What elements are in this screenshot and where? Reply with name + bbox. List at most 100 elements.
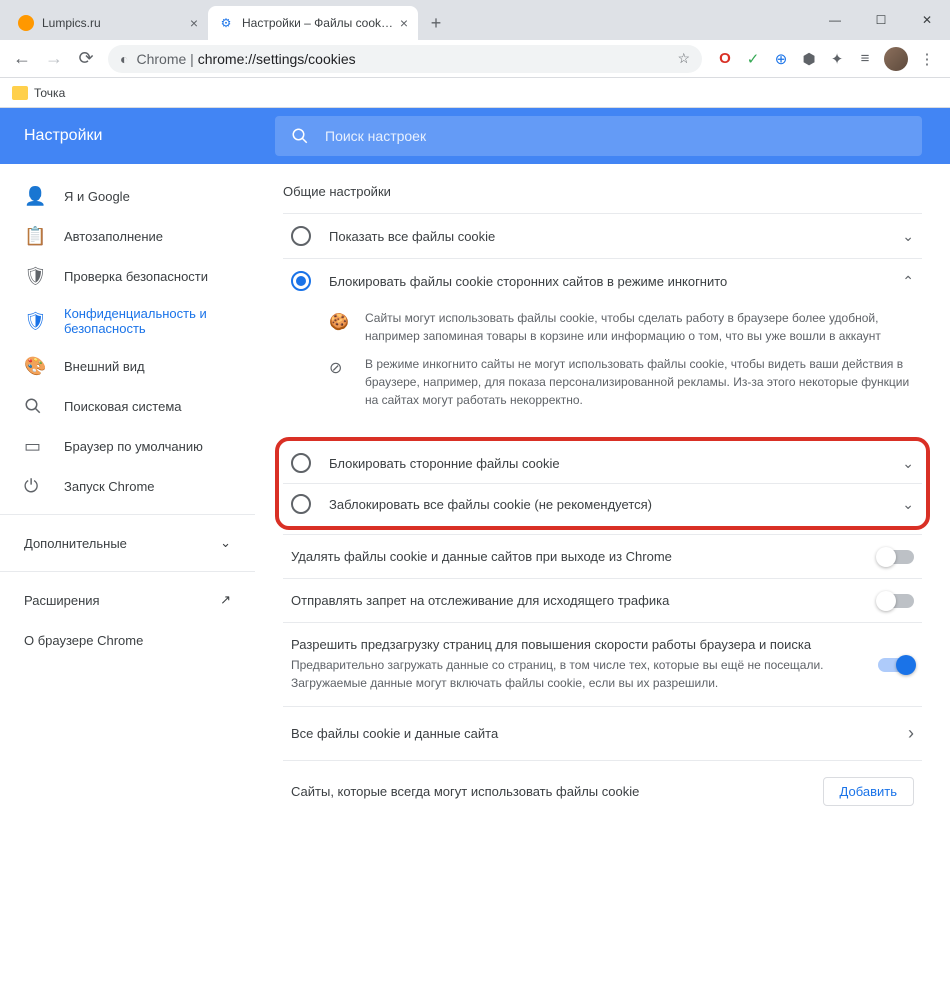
sidebar-item-appearance[interactable]: 🎨Внешний вид	[0, 346, 255, 386]
search-icon	[291, 127, 309, 145]
sidebar-label: Запуск Chrome	[64, 479, 155, 494]
sidebar-label: Я и Google	[64, 189, 130, 204]
chrome-icon: ◐	[120, 51, 128, 67]
setting-label: Разрешить предзагрузку страниц для повыш…	[291, 637, 862, 652]
opera-icon[interactable]: O	[716, 50, 734, 68]
omnibox[interactable]: ◐ Chrome | chrome://settings/cookies ☆	[108, 45, 702, 73]
option-label: Показать все файлы cookie	[329, 229, 884, 244]
option-details: 🍪 Сайты могут использовать файлы cookie,…	[283, 303, 922, 433]
option-show-all[interactable]: Показать все файлы cookie ⌄	[283, 213, 922, 258]
always-allow-row: Сайты, которые всегда могут использовать…	[283, 760, 922, 822]
toggle[interactable]	[878, 550, 914, 564]
chevron-down-icon[interactable]: ⌄	[902, 455, 914, 472]
settings-header: Настройки	[0, 108, 950, 164]
sidebar-label: О браузере Chrome	[24, 633, 143, 648]
globe-icon[interactable]: ⊕	[772, 50, 790, 68]
option-label: Блокировать файлы cookie сторонних сайто…	[329, 274, 884, 289]
option-label: Заблокировать все файлы cookie (не реком…	[329, 497, 884, 512]
chevron-down-icon[interactable]: ⌄	[902, 496, 914, 513]
settings-body: 👤Я и Google 📋 Автозаполнение 🛡Проверка бе…	[0, 164, 950, 995]
bookmark-label: Точка	[34, 86, 65, 100]
sidebar-about[interactable]: О браузере Chrome	[0, 620, 255, 660]
search-box[interactable]	[275, 116, 922, 156]
url-path: chrome://settings/cookies	[198, 51, 356, 67]
sidebar-label: Поисковая система	[64, 399, 182, 414]
toggle[interactable]	[878, 594, 914, 608]
list-icon[interactable]: ≡	[856, 50, 874, 68]
option-block-all[interactable]: Заблокировать все файлы cookie (не реком…	[283, 483, 922, 524]
avatar[interactable]	[884, 47, 908, 71]
separator	[0, 571, 255, 572]
tab-settings[interactable]: ⚙ Настройки – Файлы cookie и др ×	[208, 6, 418, 40]
menu-icon[interactable]: ⋮	[918, 50, 936, 68]
detail-text: Сайты могут использовать файлы cookie, ч…	[365, 309, 914, 345]
sidebar-label: Конфиденциальность и безопасность	[64, 306, 231, 336]
folder-icon	[12, 86, 28, 100]
tab-title: Lumpics.ru	[42, 16, 184, 30]
back-button[interactable]: ←	[8, 45, 36, 73]
url-prefix: Chrome	[136, 51, 186, 67]
radio-icon[interactable]	[291, 271, 311, 291]
power-icon: ⏻	[24, 476, 44, 497]
external-icon: ↗	[220, 592, 231, 608]
tab-lumpics[interactable]: Lumpics.ru ×	[8, 6, 208, 40]
link-label: Все файлы cookie и данные сайта	[291, 726, 908, 741]
reload-button[interactable]: ⟳	[72, 45, 100, 73]
sidebar-item-privacy[interactable]: 🛡 Конфиденциальность и безопасность	[0, 296, 255, 346]
separator	[0, 514, 255, 515]
close-icon[interactable]: ×	[190, 15, 198, 31]
search-icon	[24, 397, 44, 415]
sidebar-label: Расширения	[24, 593, 100, 608]
cube-icon[interactable]: ⬢	[800, 50, 818, 68]
chevron-down-icon[interactable]: ⌄	[902, 228, 914, 245]
cookie-icon: 🍪	[329, 311, 349, 345]
setting-label: Отправлять запрет на отслеживание для ис…	[291, 593, 862, 608]
maximize-button[interactable]: ☐	[858, 0, 904, 40]
browser-icon: ▭	[24, 436, 44, 457]
option-block-third-party[interactable]: Блокировать сторонние файлы cookie ⌄	[283, 443, 922, 483]
window-controls: — ☐ ✕	[812, 0, 950, 40]
radio-icon[interactable]	[291, 494, 311, 514]
autofill-icon: 📋	[24, 226, 44, 247]
close-icon[interactable]: ×	[400, 15, 408, 31]
radio-icon[interactable]	[291, 226, 311, 246]
setting-sublabel: Предварительно загружать данные со стран…	[291, 656, 862, 692]
detail-text: В режиме инкогнито сайты не могут исполь…	[365, 355, 914, 409]
section-title: Общие настройки	[283, 184, 922, 199]
titlebar: Lumpics.ru × ⚙ Настройки – Файлы cookie …	[0, 0, 950, 40]
sidebar-item-autofill[interactable]: 📋 Автозаполнение	[0, 216, 255, 256]
puzzle-icon[interactable]: ✦	[828, 50, 846, 68]
setting-label: Удалять файлы cookie и данные сайтов при…	[291, 549, 862, 564]
sidebar-label: Внешний вид	[64, 359, 145, 374]
chevron-up-icon[interactable]: ⌃	[902, 273, 914, 290]
radio-icon[interactable]	[291, 453, 311, 473]
search-input[interactable]	[325, 128, 906, 144]
all-cookies-link[interactable]: Все файлы cookie и данные сайта ›	[283, 706, 922, 760]
option-block-incognito[interactable]: Блокировать файлы cookie сторонних сайто…	[283, 258, 922, 303]
add-button[interactable]: Добавить	[823, 777, 914, 806]
highlight-box: Блокировать сторонние файлы cookie ⌄ Заб…	[275, 437, 930, 530]
sidebar-extensions[interactable]: Расширения ↗	[0, 580, 255, 620]
sidebar-item-search[interactable]: Поисковая система	[0, 386, 255, 426]
chevron-down-icon: ⌄	[220, 535, 231, 551]
toggle[interactable]	[878, 658, 914, 672]
bookmark-tochka[interactable]: Точка	[12, 86, 65, 100]
sidebar-item-default[interactable]: ▭Браузер по умолчанию	[0, 426, 255, 466]
close-button[interactable]: ✕	[904, 0, 950, 40]
minimize-button[interactable]: —	[812, 0, 858, 40]
new-tab-button[interactable]: +	[422, 9, 450, 37]
gear-icon: ⚙	[218, 15, 234, 31]
sidebar-item-startup[interactable]: ⏻ Запуск Chrome	[0, 466, 255, 506]
forward-button[interactable]: →	[40, 45, 68, 73]
shield-icon: 🛡	[24, 311, 44, 332]
sidebar-advanced[interactable]: Дополнительные⌄	[0, 523, 255, 563]
star-icon[interactable]: ☆	[677, 50, 690, 67]
content: Общие настройки Показать все файлы cooki…	[255, 164, 950, 995]
sidebar-item-google[interactable]: 👤Я и Google	[0, 176, 255, 216]
sidebar-label: Автозаполнение	[64, 229, 163, 244]
tab-title: Настройки – Файлы cookie и др	[242, 16, 394, 30]
check-icon[interactable]: ✓	[744, 50, 762, 68]
extensions-area: O ✓ ⊕ ⬢ ✦ ≡ ⋮	[710, 47, 942, 71]
sidebar-item-safety[interactable]: 🛡Проверка безопасности	[0, 256, 255, 296]
setting-do-not-track: Отправлять запрет на отслеживание для ис…	[283, 578, 922, 622]
